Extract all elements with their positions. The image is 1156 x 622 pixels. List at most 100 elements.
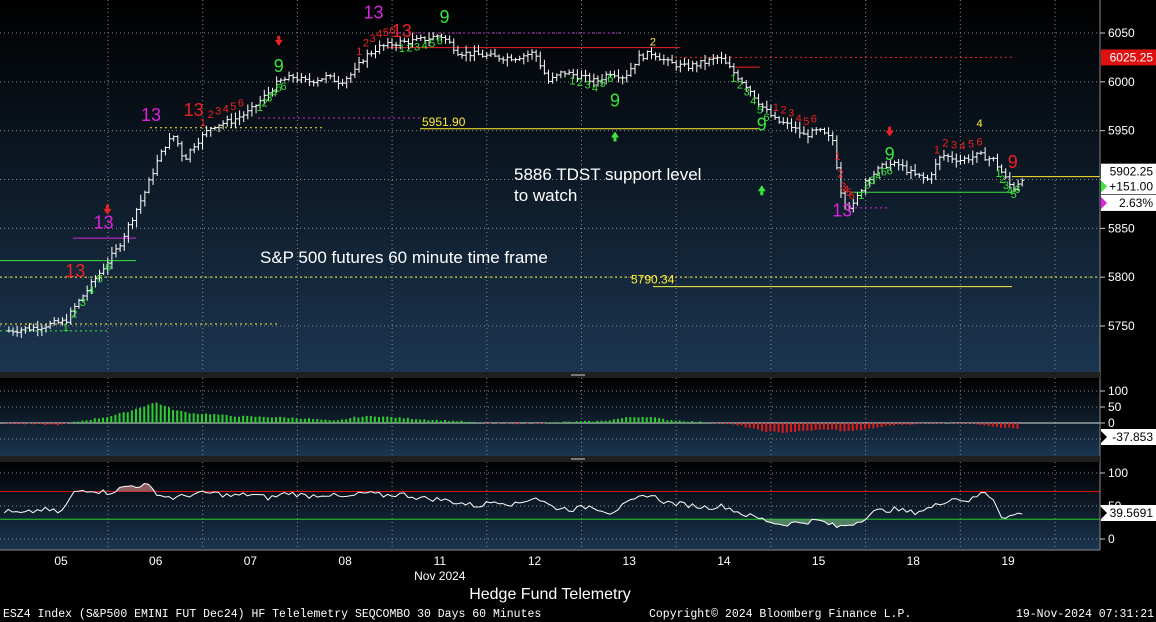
td-count-label: 9 <box>1008 152 1018 172</box>
td-small-count: 3 <box>744 87 750 99</box>
td-small-count: 2 <box>942 137 948 149</box>
td-small-count: 2 <box>406 42 412 54</box>
x-tick-label: 14 <box>717 554 731 568</box>
td-small-count: 3 <box>584 80 590 92</box>
td-small-count: 1 <box>356 46 362 58</box>
td-small-count: 5 <box>230 101 236 113</box>
x-tick-label: 19 <box>1001 554 1015 568</box>
panel-divider[interactable] <box>0 456 1100 462</box>
td-small-count: 5 <box>968 139 974 151</box>
td-small-count: 2 <box>780 105 786 117</box>
td-small-count: 6 <box>238 97 244 109</box>
level-label: 5951.90 <box>422 115 466 129</box>
security-description: ESZ4 Index (S&P500 EMINI FUT Dec24) HF T… <box>3 608 541 621</box>
panel-divider[interactable] <box>0 372 1100 378</box>
td-small-count: 6 <box>763 112 769 124</box>
td-count-label: 13 <box>832 201 852 221</box>
td-count-label: 9 <box>274 56 284 76</box>
chart-title: Hedge Fund Telemetry <box>469 586 631 603</box>
osc-value-tag: 39.5691 <box>1110 506 1154 520</box>
td-small-count: 6 <box>1014 184 1020 196</box>
arrow-stem <box>277 35 281 40</box>
x-month-label: Nov 2024 <box>414 569 466 583</box>
y-tick-label: 5800 <box>1108 270 1135 284</box>
td-small-count: 6 <box>105 262 111 274</box>
td-small-count: 1 <box>934 144 940 156</box>
td-count-label: 13 <box>94 212 114 232</box>
td-small-count: 4 <box>796 113 802 125</box>
td-small-count: 5 <box>600 78 606 90</box>
td-small-count: 2 <box>837 169 843 181</box>
arrow-stem <box>888 126 892 131</box>
y-tick-label: 50 <box>1108 400 1122 414</box>
td-small-count: 6 <box>280 81 286 93</box>
bloomberg-chart-window: 5951.90 5790.34 13 13 13 13 9 13 13 9 2 9 9 13 9 9 4 1 2 3… <box>0 0 1156 622</box>
td-small-count: 1 <box>569 75 575 87</box>
td-small-count: 1 <box>200 117 206 129</box>
copyright: Copyright© 2024 Bloomberg Finance L.P. <box>649 608 911 621</box>
hist-value-tag: -37.853 <box>1112 430 1153 444</box>
td-small-count: 1 <box>63 322 69 334</box>
td-small-count: 5 <box>429 38 435 50</box>
td-small-count: 6 <box>607 73 613 85</box>
td-small-count: 6 <box>389 25 395 37</box>
annotation-support-2: to watch <box>514 186 577 205</box>
chart-svg: 5951.905790.34 131313 13913139299139 94123… <box>0 0 1156 621</box>
td-small-count: 1 <box>834 151 840 163</box>
td-small-count: 3 <box>215 106 221 118</box>
td-count-label: 13 <box>141 105 161 125</box>
annotation-timeframe: S&P 500 futures 60 minute time frame <box>260 248 548 267</box>
td-count-label: 9 <box>610 90 620 110</box>
td-small-count: 6 <box>437 36 443 48</box>
y-tick-label: 6000 <box>1108 75 1135 89</box>
annotation-support: 5886 TDST support level <box>514 165 701 184</box>
y-tick-label: 5950 <box>1108 124 1135 138</box>
td-small-count: 2 <box>363 37 369 49</box>
arrow-stem <box>760 191 764 196</box>
td-small-count: 4 <box>959 141 965 153</box>
td-small-count: 1 <box>773 102 779 114</box>
td-count-label: 13 <box>65 261 85 281</box>
y-tick-label: 100 <box>1108 384 1128 398</box>
td-small-count: 1 <box>730 73 736 85</box>
y-tick-label: 0 <box>1108 416 1115 430</box>
arrow-stem <box>105 204 109 209</box>
td-small-count: 4 <box>750 95 756 107</box>
td-small-count: 3 <box>414 41 420 53</box>
level-label: 5790.34 <box>631 273 675 287</box>
td-small-count: 3 <box>80 297 86 309</box>
td-small-count: 2 <box>737 80 743 92</box>
td-small-count: 1 <box>858 190 864 202</box>
x-tick-label: 08 <box>338 554 352 568</box>
xaxis-bg <box>0 550 1100 590</box>
x-tick-label: 15 <box>812 554 826 568</box>
td-count-label: 4 <box>977 118 983 130</box>
td-small-count: 6 <box>849 190 855 202</box>
x-tick-label: 06 <box>149 554 163 568</box>
td-small-count: 6 <box>887 166 893 178</box>
td-small-count: 5 <box>757 104 763 116</box>
td-small-count: 5 <box>383 27 389 39</box>
x-tick-label: 12 <box>528 554 542 568</box>
td-small-count: 2 <box>577 77 583 89</box>
td-small-count: 2 <box>208 109 214 121</box>
y-tick-label: 5750 <box>1108 319 1135 333</box>
x-tick-label: 11 <box>434 554 447 568</box>
x-tick-label: 07 <box>244 554 258 568</box>
td-small-count: 4 <box>376 29 382 41</box>
td-count-label: 9 <box>885 144 895 164</box>
td-small-count: 6 <box>977 136 983 148</box>
td-small-count: 3 <box>370 33 376 45</box>
td-small-count: 4 <box>422 40 428 52</box>
td-small-count: 4 <box>592 82 598 94</box>
y-tick-label: 100 <box>1108 466 1128 480</box>
td-small-count: 5 <box>803 116 809 128</box>
td-small-count: 4 <box>88 285 94 297</box>
last-price-tag: 5902.25 <box>1110 165 1154 179</box>
high-price-tag: 6025.25 <box>1110 50 1154 64</box>
x-tick-label: 05 <box>54 554 68 568</box>
arrow-stem <box>613 137 617 142</box>
td-count-label: 2 <box>650 37 656 49</box>
pct-change-tag: 2.63% <box>1119 196 1153 210</box>
td-small-count: 6 <box>811 114 817 126</box>
